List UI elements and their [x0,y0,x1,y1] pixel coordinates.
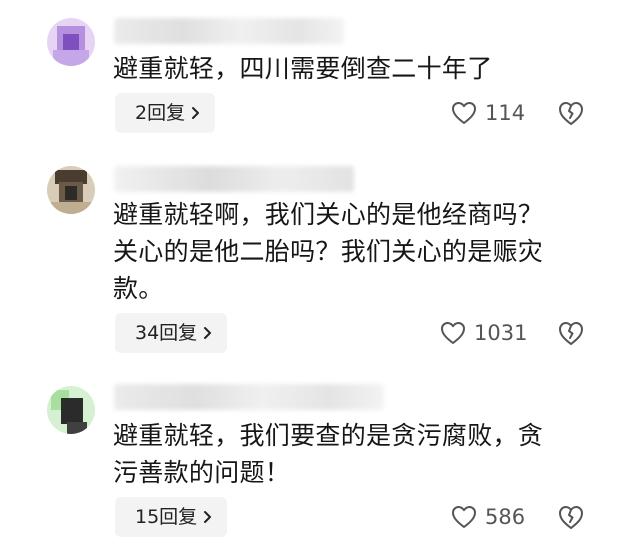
avatar[interactable] [47,18,95,66]
reply-count-label: 15回复 [135,506,198,528]
chevron-right-icon [204,327,212,339]
like-count: 114 [485,101,526,125]
heart-outline-icon [452,506,476,528]
avatar[interactable] [47,166,95,214]
like-button[interactable]: 114 [451,98,525,128]
reply-count-button[interactable]: 34回复 [115,313,228,353]
like-button[interactable]: 586 [451,502,525,532]
reply-count-button[interactable]: 15回复 [115,497,228,537]
reply-count-button[interactable]: 2回复 [115,93,216,133]
reply-count-label: 2回复 [135,102,186,124]
broken-heart-icon[interactable] [557,99,585,127]
comment-text: 避重就轻啊，我们关心的是他经商吗？ 关心的是他二胎吗？我们关心的是赈灾 款。 [113,200,544,303]
chevron-right-icon [204,511,212,523]
username-blurred [114,166,354,192]
heart-outline-icon [452,102,476,124]
chevron-right-icon [192,107,200,119]
username-blurred [114,384,384,410]
comment-text: 避重就轻，四川需要倒查二十年了 [113,54,493,83]
broken-heart-icon[interactable] [557,503,585,531]
avatar[interactable] [47,386,95,434]
like-button[interactable]: 1031 [440,318,527,348]
broken-heart-icon[interactable] [557,319,585,347]
like-count: 586 [485,505,526,529]
heart-outline-icon [441,322,465,344]
comment-text: 避重就轻，我们要查的是贪污腐败，贪 污善款的问题！ [113,421,544,487]
like-count: 1031 [474,321,528,345]
username-blurred [114,18,344,44]
reply-count-label: 34回复 [135,322,198,344]
